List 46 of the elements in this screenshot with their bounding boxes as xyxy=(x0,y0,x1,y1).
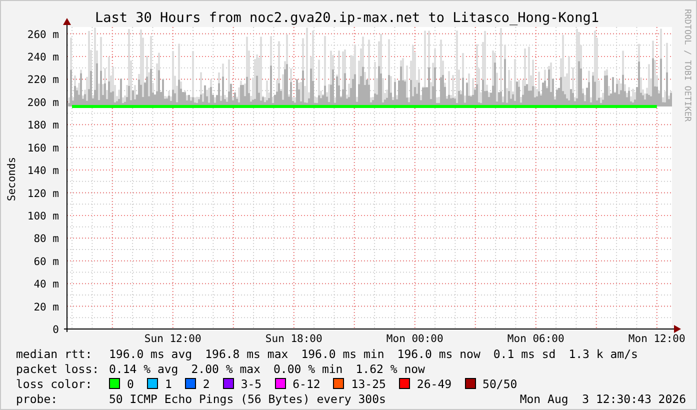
y-tick-label: 80 m xyxy=(34,233,59,246)
y-tick-label: 20 m xyxy=(34,301,59,314)
y-tick-label: 180 m xyxy=(27,120,59,132)
x-tick-label: Sun 12:00 xyxy=(144,333,202,344)
legend-label: packet loss: xyxy=(16,362,100,376)
swatch-label: 2 xyxy=(202,376,210,390)
swatch-label: 50/50 xyxy=(482,376,518,390)
y-tick-label: 140 m xyxy=(27,165,59,178)
legend-label: loss color: xyxy=(16,376,94,390)
swatch-label: 13-25 xyxy=(351,376,386,390)
stat-value: 1.3 k am/s xyxy=(568,346,638,360)
x-tick-label: Sun 18:00 xyxy=(265,333,322,344)
stat-value: 196.0 ms now xyxy=(397,346,480,360)
legend-label: probe: xyxy=(16,392,59,406)
y-tick-label: 200 m xyxy=(27,96,59,109)
x-tick-label: Mon 00:00 xyxy=(386,333,444,344)
y-tick-label: 160 m xyxy=(27,142,59,154)
y-tick-label: 100 m xyxy=(27,210,59,222)
stat-value: 196.0 ms min xyxy=(301,346,384,360)
y-tick-label: 120 m xyxy=(27,188,59,200)
swatch-label: 0 xyxy=(127,376,134,390)
y-tick-label: 0 xyxy=(52,324,59,336)
x-tick-label: Mon 12:00 xyxy=(628,333,686,344)
y-tick-label: 220 m xyxy=(27,74,59,86)
probe-text: 50 ICMP Echo Pings (56 Bytes) every 300s xyxy=(109,392,386,406)
timestamp: Mon Aug 3 12:30:43 2026 xyxy=(520,392,686,406)
stat-value: 0.1 ms sd xyxy=(493,346,556,360)
chart-title: Last 30 Hours from noc2.gva20.ip-max.net to Litasco_Hong-Kong1 xyxy=(95,10,599,26)
stat-value: 2.00 % max xyxy=(191,362,260,376)
y-tick-label: 260 m xyxy=(27,28,59,41)
stat-value: 196.0 ms avg xyxy=(109,346,192,360)
stat-value: 1.62 % now xyxy=(356,362,425,376)
stat-value: 0.00 % min xyxy=(274,362,343,376)
stat-value: 0.14 % avg xyxy=(109,362,178,376)
swatch-label: 3-5 xyxy=(240,376,262,390)
swatch-label: 26-49 xyxy=(416,376,452,390)
watermark: RRDTOOL / TOBI OETIKER xyxy=(682,9,692,122)
swatch-label: 6-12 xyxy=(292,376,320,390)
y-tick-label: 60 m xyxy=(34,256,59,268)
legend-label: median rtt: xyxy=(16,346,94,360)
swatch-label: 1 xyxy=(164,376,172,390)
y-tick-label: 240 m xyxy=(27,52,59,64)
x-tick-label: Mon 06:00 xyxy=(507,333,564,344)
y-axis-title: Seconds xyxy=(6,156,18,202)
y-tick-label: 40 m xyxy=(34,278,59,291)
stat-value: 196.8 ms max xyxy=(205,346,288,360)
